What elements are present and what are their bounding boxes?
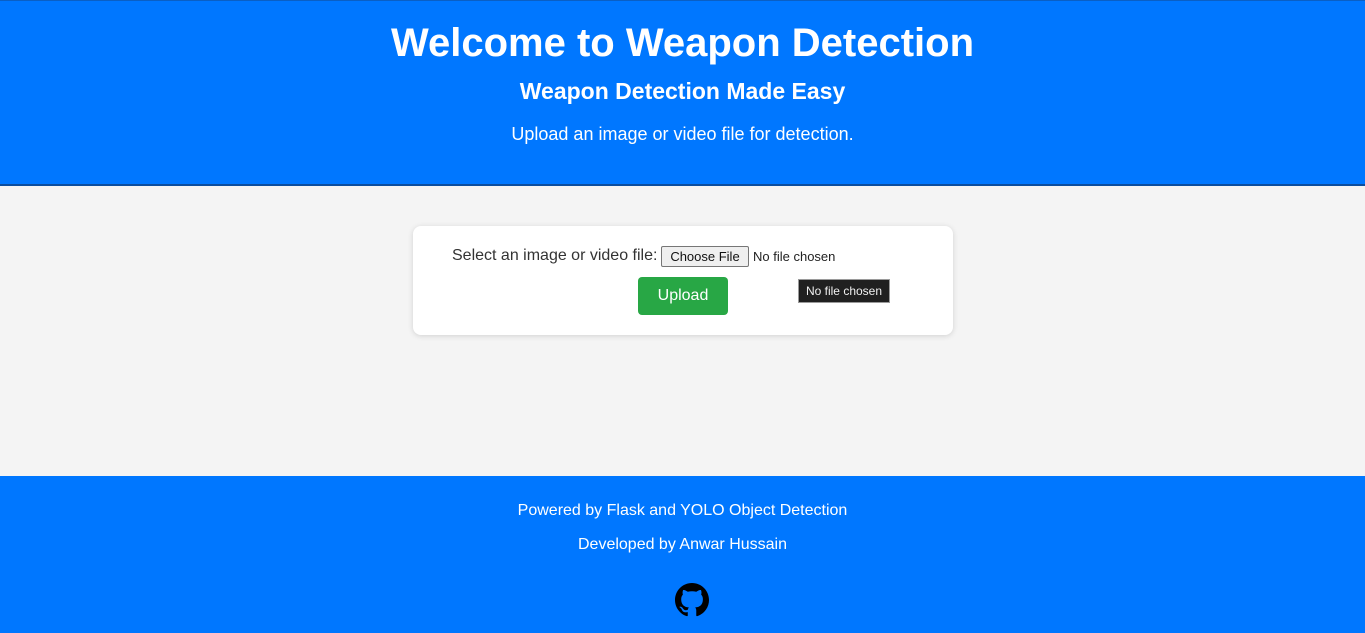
github-icon: [675, 583, 709, 617]
page-footer: Powered by Flask and YOLO Object Detecti…: [0, 476, 1365, 633]
page-tagline: Upload an image or video file for detect…: [511, 124, 854, 144]
upload-button[interactable]: Upload: [638, 277, 728, 315]
developer-credit: Developed by Anwar Hussain: [577, 536, 787, 553]
github-link[interactable]: [675, 583, 709, 617]
page-subtitle: Weapon Detection Made Easy: [519, 78, 846, 104]
page: Welcome to Weapon Detection Weapon Detec…: [0, 0, 1365, 633]
powered-by-text: Powered by Flask and YOLO Object Detecti…: [517, 502, 848, 519]
file-input-tooltip: No file chosen: [798, 279, 890, 303]
page-title: Welcome to Weapon Detection: [390, 21, 975, 65]
file-status-text: No file chosen: [753, 249, 836, 264]
file-input-label: Select an image or video file:: [452, 247, 658, 264]
choose-file-button[interactable]: Choose File: [661, 246, 749, 267]
page-header: Welcome to Weapon Detection Weapon Detec…: [0, 0, 1365, 186]
